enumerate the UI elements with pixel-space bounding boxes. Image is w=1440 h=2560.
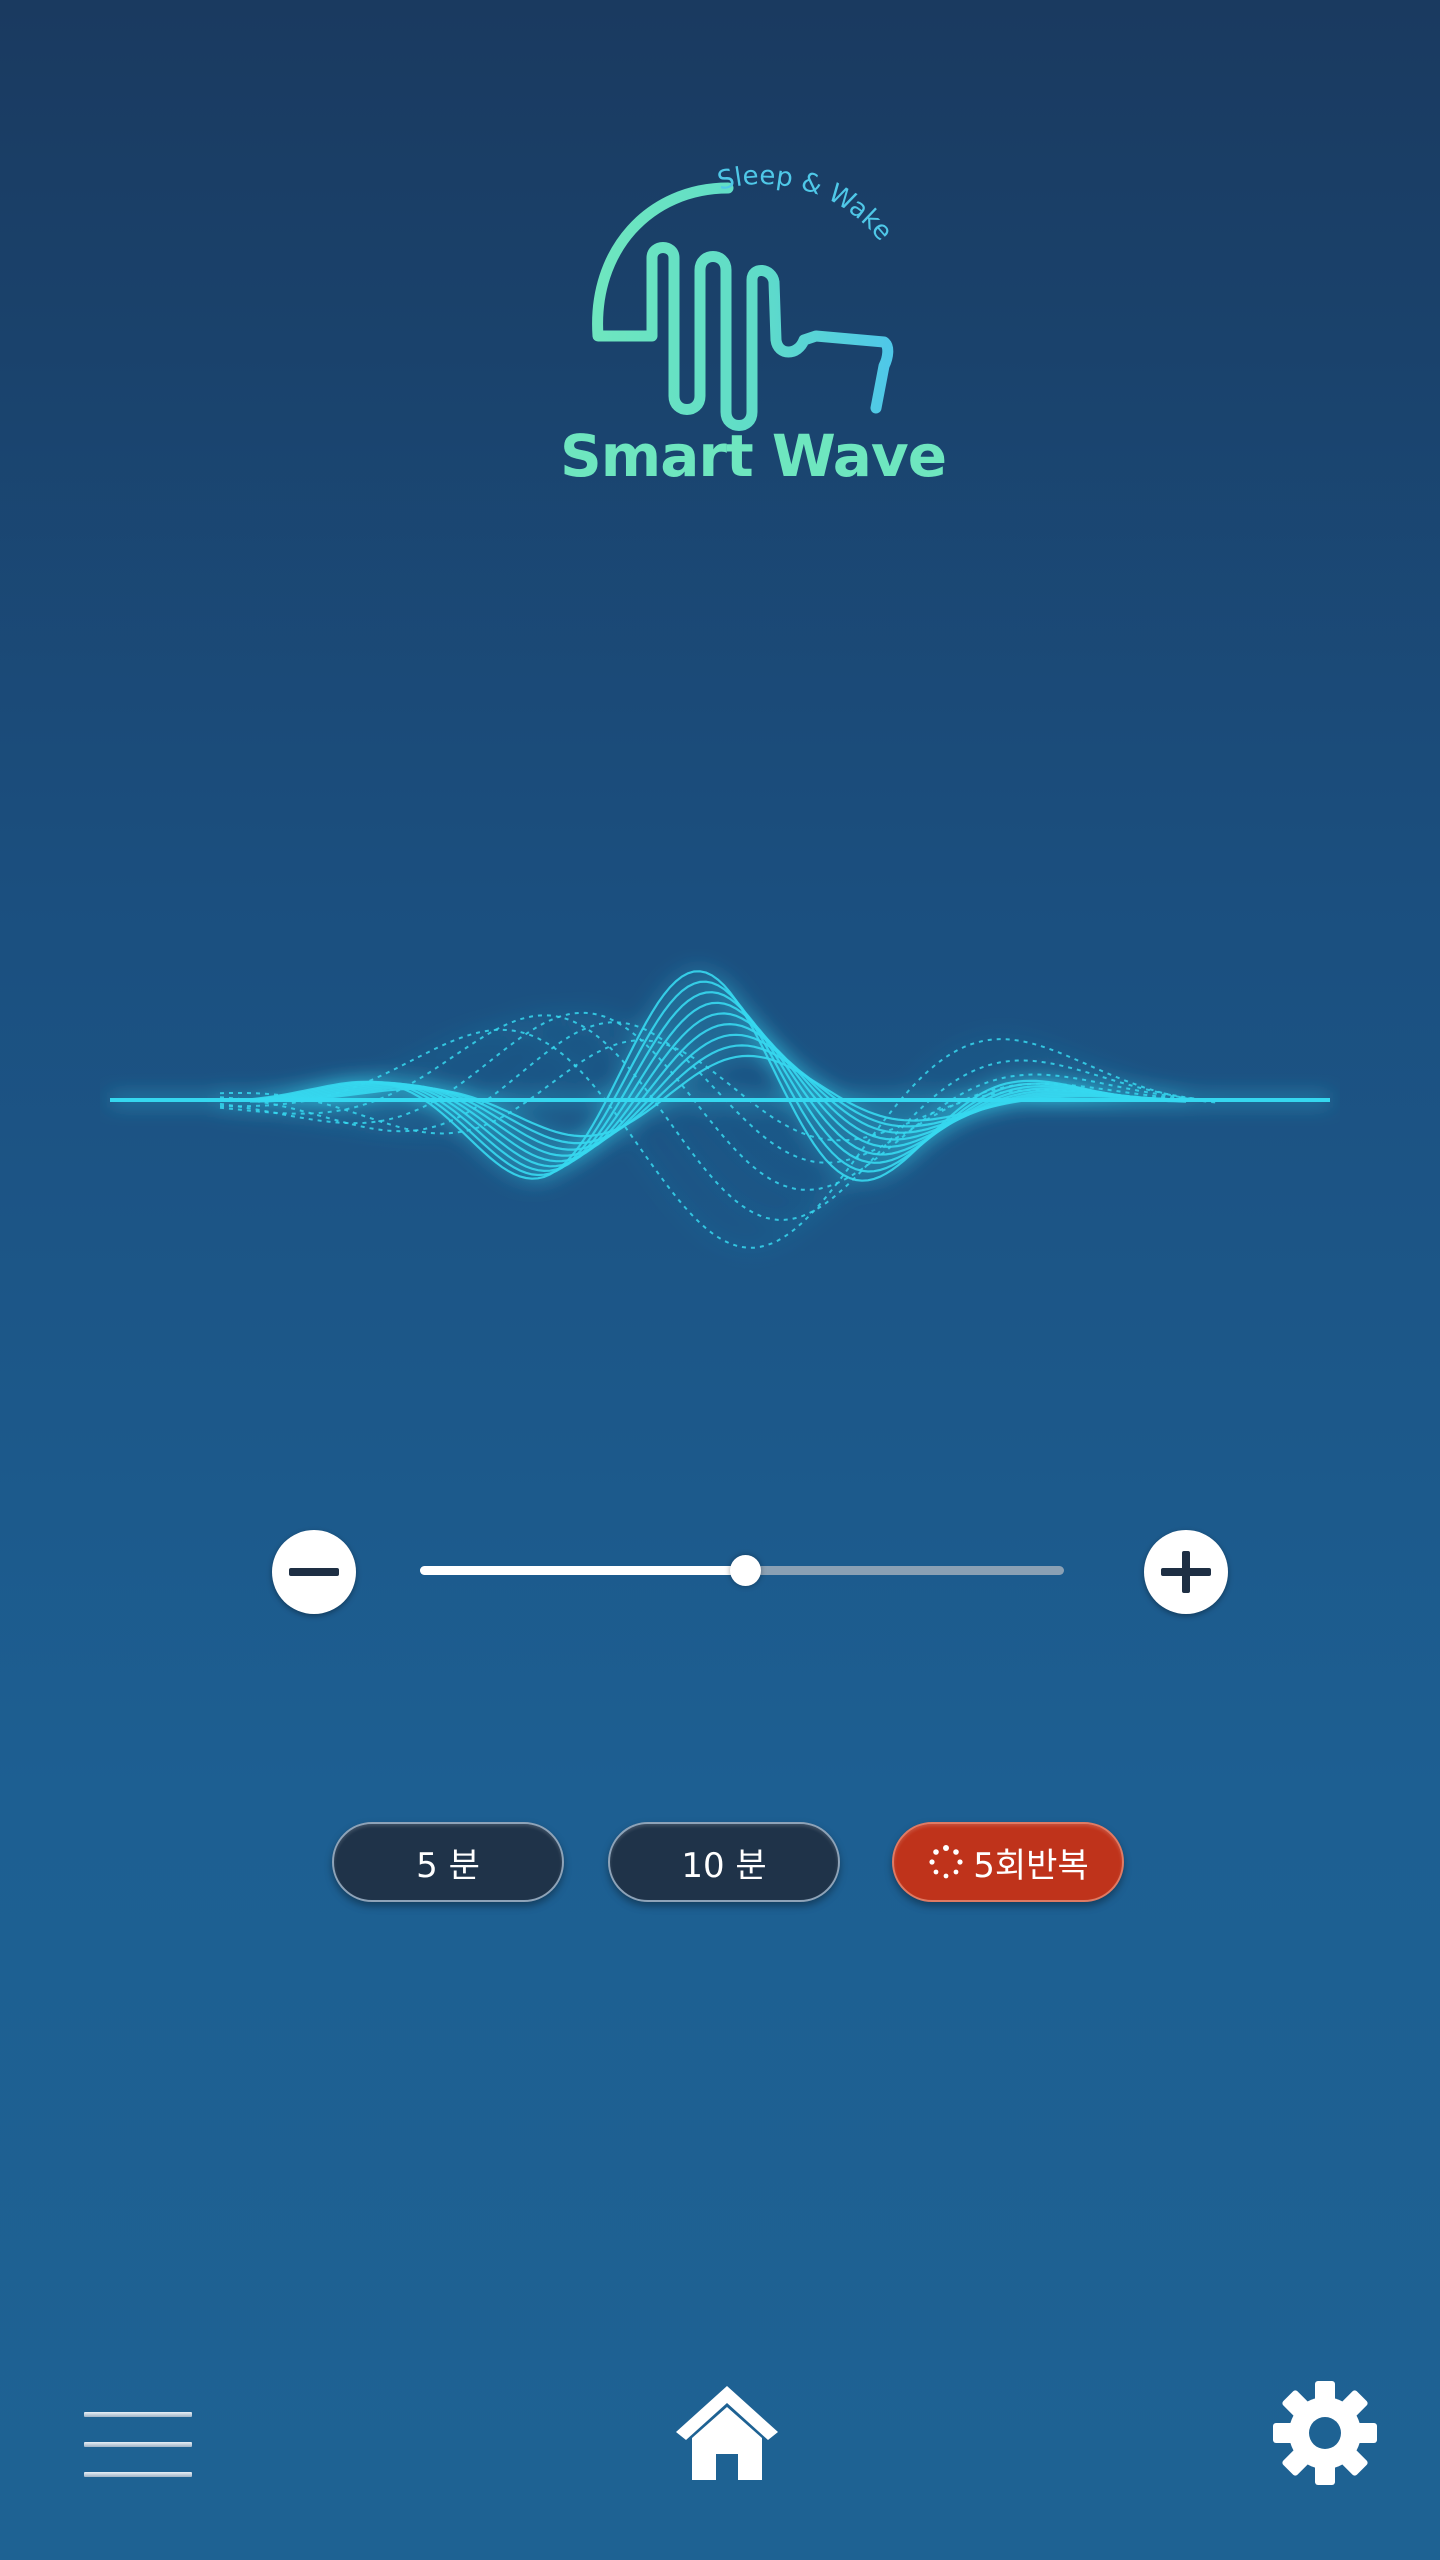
volume-increase-button[interactable] <box>1144 1530 1228 1614</box>
menu-icon-line <box>84 2472 192 2477</box>
volume-control <box>272 1530 1228 1616</box>
app-screen: Sleep & Wake Smart Wave 5 분 10 분 5회반복 <box>0 0 1440 2560</box>
home-icon <box>676 2386 778 2480</box>
timer-5min-label: 5 분 <box>416 1845 480 1886</box>
wave-line <box>249 980 1187 1177</box>
volume-slider-thumb[interactable] <box>730 1555 762 1586</box>
timer-10min-button[interactable]: 10 분 <box>608 1822 840 1902</box>
logo-title: Smart Wave <box>560 422 947 490</box>
volume-decrease-button[interactable] <box>272 1530 356 1614</box>
menu-button[interactable] <box>84 2408 192 2480</box>
logo-tagline: Sleep & Wake <box>715 161 898 247</box>
volume-slider[interactable] <box>420 1555 1064 1586</box>
wave-dotted-line <box>219 1014 1217 1221</box>
gear-icon <box>1273 2381 1377 2485</box>
spinner-icon <box>929 1845 963 1879</box>
volume-slider-fill <box>420 1566 746 1575</box>
repeat-5x-button[interactable]: 5회반복 <box>892 1822 1124 1902</box>
wave-lines <box>110 970 1330 1249</box>
app-logo: Sleep & Wake Smart Wave <box>560 160 947 520</box>
repeat-5x-label: 5회반복 <box>973 1845 1089 1886</box>
menu-icon-line <box>84 2412 192 2417</box>
timer-10min-label: 10 분 <box>681 1845 767 1886</box>
timer-5min-button[interactable]: 5 분 <box>332 1822 564 1902</box>
waveform-visualization <box>110 970 1330 1249</box>
plus-icon-vertical <box>1182 1551 1190 1593</box>
minus-icon <box>289 1568 339 1576</box>
settings-button[interactable] <box>1272 2380 1378 2486</box>
menu-icon-line <box>84 2442 192 2447</box>
home-button[interactable] <box>672 2382 782 2484</box>
